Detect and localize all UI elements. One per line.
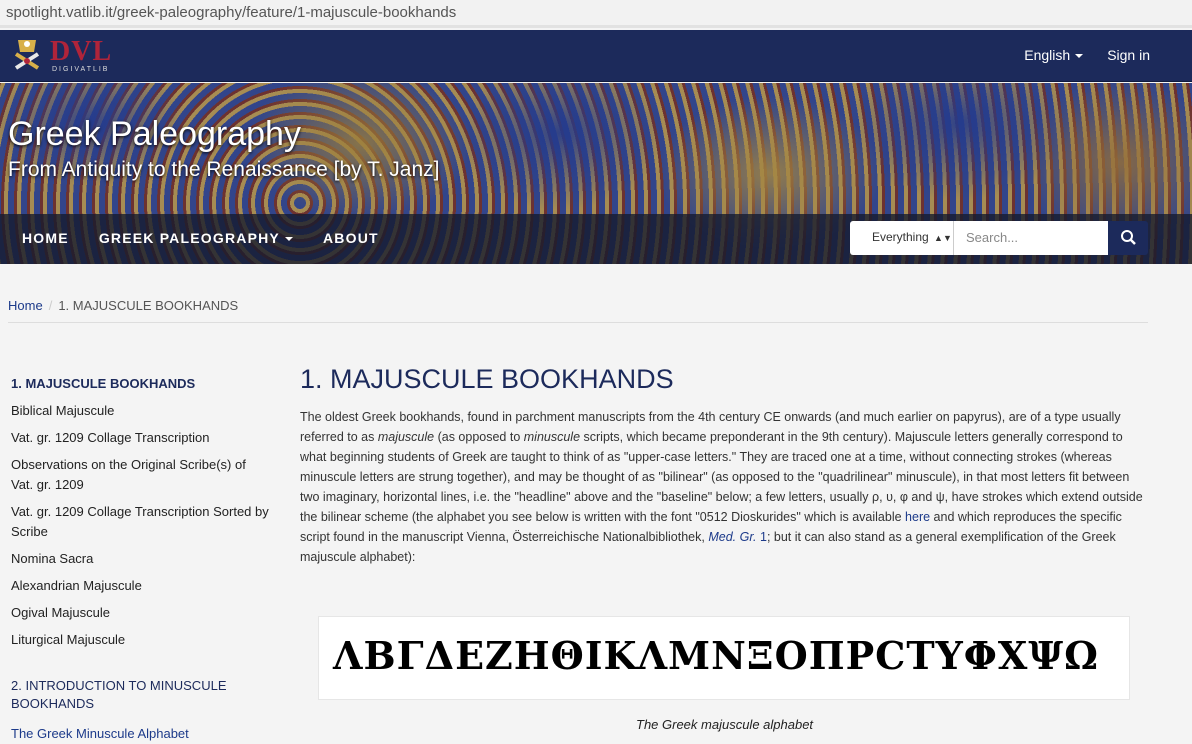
- browser-address-bar[interactable]: spotlight.vatlib.it/greek-paleography/fe…: [0, 0, 1192, 28]
- site-subtitle: From Antiquity to the Renaissance [by T.…: [8, 158, 440, 181]
- manuscript-link[interactable]: Med. Gr. 1: [708, 530, 767, 544]
- sidebar-item-transcription-sorted[interactable]: Vat. gr. 1209 Collage Transcription Sort…: [11, 502, 273, 542]
- sidebar-item-observations[interactable]: Observations on the Original Scribe(s) o…: [11, 455, 256, 495]
- alphabet-letters: ΛΒΓΔΕΖΗΘΙΚΛΜΝΞΟΠΡϹΤΥΦΧΨΩ: [333, 633, 1099, 678]
- site-title[interactable]: Greek Paleography: [8, 115, 301, 154]
- nav-home[interactable]: HOME: [22, 230, 69, 246]
- nav-about[interactable]: ABOUT: [323, 230, 379, 246]
- logo-text: DVL: [50, 36, 113, 67]
- sidebar-item-collage-transcription[interactable]: Vat. gr. 1209 Collage Transcription: [11, 428, 273, 448]
- divider: [8, 322, 1148, 323]
- main-navigation: HOME GREEK PALEOGRAPHY ABOUT Everything …: [0, 214, 1192, 264]
- search-icon: [1121, 230, 1136, 245]
- language-dropdown[interactable]: English: [1024, 47, 1084, 63]
- papal-crest-icon: [14, 40, 40, 70]
- nav-greek-paleography-label: GREEK PALEOGRAPHY: [98, 230, 280, 246]
- chevron-down-icon: [1075, 54, 1084, 59]
- sidebar-item-liturgical-majuscule[interactable]: Liturgical Majuscule: [11, 630, 273, 650]
- sort-arrows-icon: ▲▼: [934, 233, 952, 243]
- emphasis-minuscule: minuscule: [523, 430, 581, 444]
- logo-subtext: DIGIVATLIB: [52, 66, 110, 73]
- sidebar-section-minuscule[interactable]: 2. INTRODUCTION TO MINUSCULE BOOKHANDS: [11, 677, 241, 713]
- top-navbar: DVL DIGIVATLIB English Sign in: [0, 30, 1192, 82]
- search-form: Everything ▲▼ Search...: [850, 221, 1148, 255]
- search-scope-select[interactable]: Everything ▲▼: [850, 221, 954, 255]
- font-download-link[interactable]: here: [905, 510, 930, 524]
- page-title: 1. MAJUSCULE BOOKHANDS: [300, 364, 674, 394]
- sidebar-section-majuscule[interactable]: 1. MAJUSCULE BOOKHANDS: [11, 374, 273, 394]
- sidebar-item-ogival-majuscule[interactable]: Ogival Majuscule: [11, 603, 273, 623]
- breadcrumb-home[interactable]: Home: [8, 298, 43, 313]
- url-text[interactable]: spotlight.vatlib.it/greek-paleography/fe…: [6, 4, 456, 21]
- manuscript-link-label: Med. Gr.: [708, 530, 757, 544]
- nav-greek-paleography[interactable]: GREEK PALEOGRAPHY: [99, 230, 293, 246]
- breadcrumb: Home / 1. MAJUSCULE BOOKHANDS: [8, 298, 238, 313]
- chevron-down-icon: [284, 237, 293, 242]
- sidebar-item-alexandrian-majuscule[interactable]: Alexandrian Majuscule: [11, 576, 273, 596]
- paragraph-text-2: (as opposed to: [434, 430, 524, 444]
- alphabet-caption: The Greek majuscule alphabet: [636, 717, 814, 732]
- dvl-logo[interactable]: DVL DIGIVATLIB: [10, 36, 120, 76]
- majuscule-alphabet-image: ΛΒΓΔΕΖΗΘΙΚΛΜΝΞΟΠΡϹΤΥΦΧΨΩ: [318, 616, 1130, 700]
- main-content: 1. MAJUSCULE BOOKHANDS The oldest Greek …: [300, 364, 1148, 564]
- sidebar-item-biblical-majuscule[interactable]: Biblical Majuscule: [11, 401, 273, 421]
- breadcrumb-separator: /: [48, 298, 53, 313]
- sidebar-item-nomina-sacra[interactable]: Nomina Sacra: [11, 549, 273, 569]
- search-scope-value: Everything: [872, 230, 929, 244]
- sidebar-item-minuscule-alphabet[interactable]: The Greek Minuscule Alphabet: [11, 724, 273, 744]
- manuscript-link-number: 1: [756, 530, 767, 544]
- emphasis-majuscule: majuscule: [377, 430, 435, 444]
- breadcrumb-current: 1. MAJUSCULE BOOKHANDS: [58, 298, 239, 313]
- intro-paragraph: The oldest Greek bookhands, found in par…: [300, 407, 1148, 567]
- search-input[interactable]: Search...: [954, 221, 1108, 255]
- sign-in-link[interactable]: Sign in: [1107, 47, 1150, 63]
- language-label: English: [1024, 47, 1071, 63]
- search-button[interactable]: [1108, 221, 1148, 255]
